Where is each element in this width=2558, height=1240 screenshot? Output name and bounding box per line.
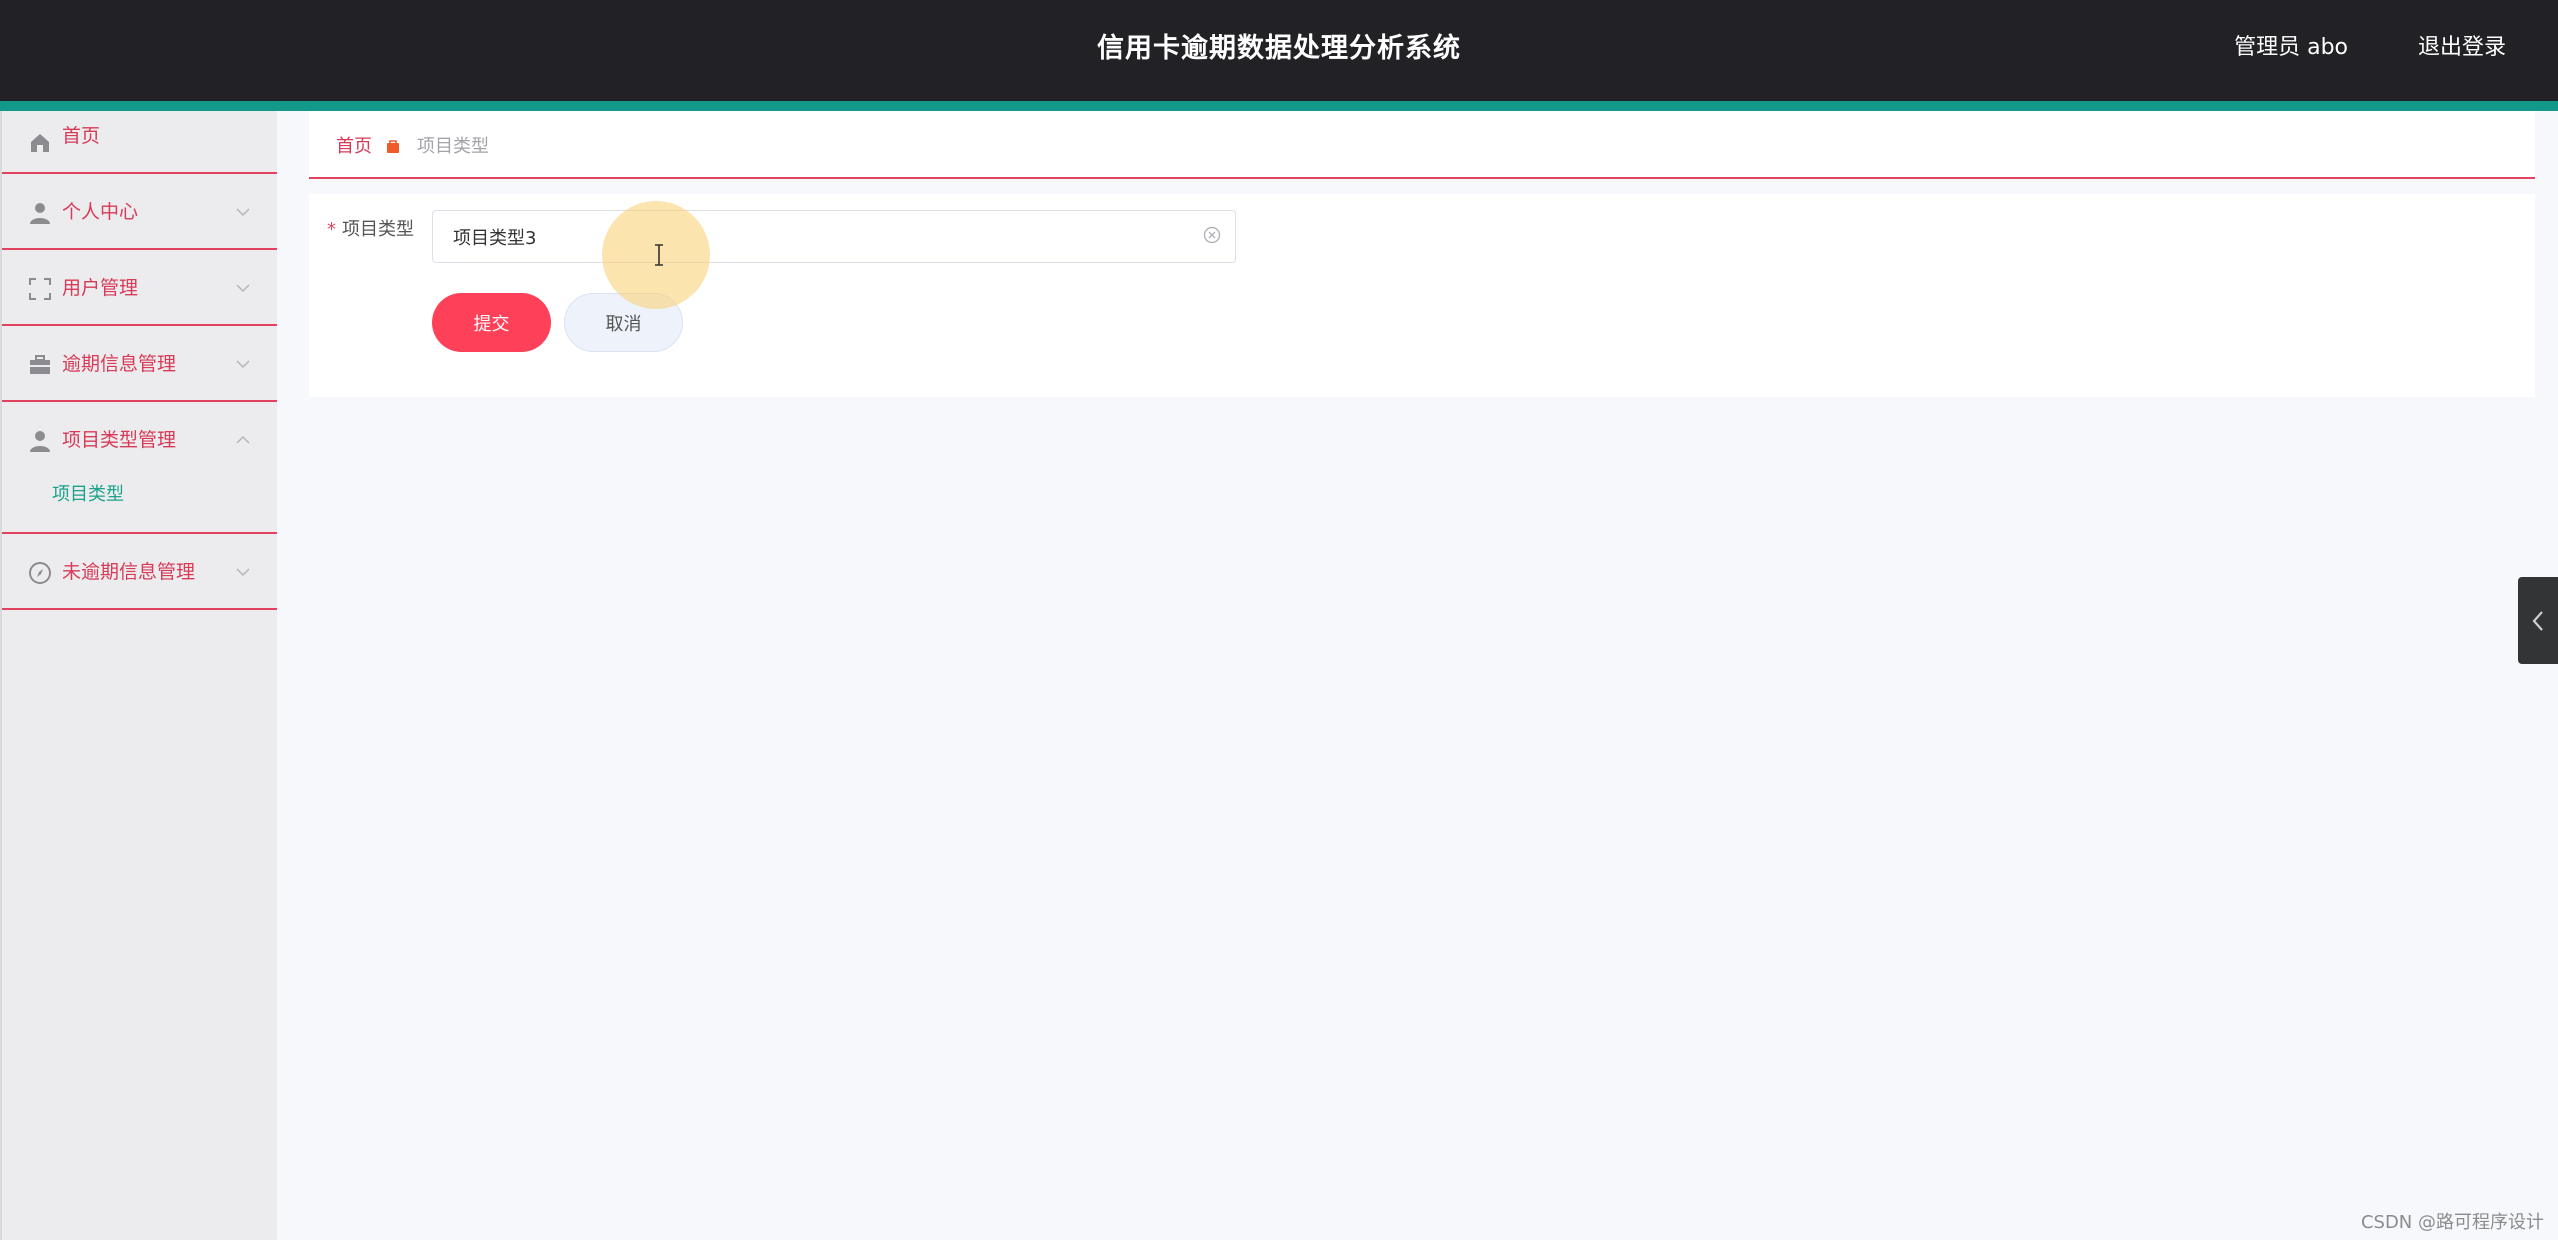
submit-button[interactable]: 提交: [432, 293, 551, 352]
compass-icon: [29, 562, 51, 584]
breadcrumb: 首页 项目类型: [309, 111, 2535, 179]
header-accent-bar: [0, 101, 2558, 111]
chevron-down-icon: [236, 360, 250, 369]
sidebar-item-not-overdue-info[interactable]: 未逾期信息管理: [2, 534, 277, 610]
chevron-up-icon: [236, 435, 250, 444]
collapse-toggle[interactable]: [2518, 577, 2558, 664]
chevron-down-icon: [236, 284, 250, 293]
project-type-submenu: 项目类型: [2, 466, 277, 534]
sidebar-item-project-type-management[interactable]: 项目类型管理: [2, 402, 277, 466]
frame-icon: [29, 278, 51, 300]
sidebar-item-label: 首页: [62, 125, 101, 147]
sidebar-item-label: 未逾期信息管理: [62, 561, 196, 583]
briefcase-icon: [30, 355, 50, 374]
watermark: CSDN @路可程序设计: [2360, 1212, 2544, 1233]
breadcrumb-home[interactable]: 首页: [336, 111, 372, 183]
project-type-label: * 项目类型: [327, 212, 414, 248]
project-type-form: * 项目类型 提交 取消: [309, 194, 2535, 397]
logout-link[interactable]: 退出登录: [2418, 0, 2506, 101]
sidebar-item-label: 个人中心: [62, 201, 139, 223]
user-icon: [30, 203, 50, 224]
sidebar: 首页 个人中心 用户管理 逾期信息管理 项目类型管理 项目类型 未逾期信息管理: [0, 111, 277, 1240]
sidebar-item-label: 逾期信息管理: [62, 353, 177, 375]
sidebar-item-home[interactable]: 首页: [2, 111, 277, 174]
sidebar-item-overdue-info[interactable]: 逾期信息管理: [2, 326, 277, 402]
app-title: 信用卡逾期数据处理分析系统: [1097, 33, 1461, 64]
project-type-input[interactable]: [432, 210, 1236, 263]
sidebar-item-user-management[interactable]: 用户管理: [2, 250, 277, 326]
home-icon: [31, 134, 49, 152]
submenu-item-project-type[interactable]: 项目类型: [52, 466, 124, 524]
chevron-down-icon: [236, 568, 250, 577]
current-user: 管理员 abo: [2234, 35, 2348, 60]
chevron-left-icon: [2532, 611, 2543, 631]
project-type-label-text: 项目类型: [342, 219, 414, 240]
sidebar-item-label: 用户管理: [62, 277, 139, 299]
cancel-button[interactable]: 取消: [564, 293, 683, 352]
clear-icon[interactable]: [1202, 225, 1222, 245]
user-icon: [30, 431, 50, 452]
chevron-down-icon: [236, 208, 250, 217]
required-mark: *: [327, 219, 336, 240]
bag-icon: [387, 140, 399, 153]
sidebar-item-personal-center[interactable]: 个人中心: [2, 174, 277, 250]
breadcrumb-current: 项目类型: [417, 136, 489, 157]
